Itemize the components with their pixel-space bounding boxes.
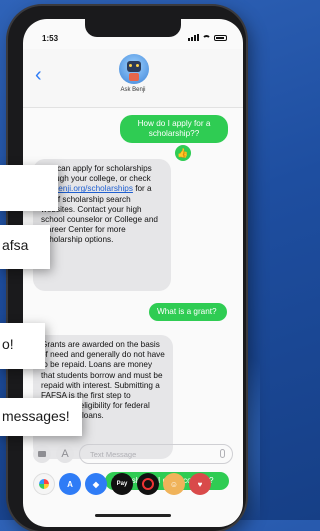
message-placeholder: Text Message (90, 450, 137, 459)
sent-message[interactable]: How do I apply for a scholarship?? (120, 115, 228, 143)
memoji-icon[interactable]: ☺ (163, 473, 185, 495)
photos-icon[interactable] (33, 473, 55, 495)
status-bar: 1:53 (23, 19, 243, 49)
notch (85, 19, 181, 37)
sent-message[interactable]: What is a grant? (149, 303, 227, 321)
applepay-icon[interactable]: Pay (111, 473, 133, 495)
overlay-card-text: messages! (0, 398, 82, 436)
robot-icon (127, 61, 141, 72)
activity-icon[interactable] (137, 473, 159, 495)
audio-icon[interactable]: ◆ (85, 473, 107, 495)
compose-bar: A Text Message (23, 439, 243, 469)
message-input[interactable]: Text Message (79, 444, 233, 464)
contact-name[interactable]: Ask Benji (23, 87, 243, 93)
overlay-card-text: afsa (0, 225, 50, 269)
conversation-header: ‹ Ask Benji (23, 49, 243, 108)
app-store-icon[interactable]: A (56, 445, 74, 463)
wifi-icon (202, 34, 211, 41)
microphone-icon[interactable] (220, 449, 225, 458)
overlay-card (0, 165, 58, 211)
back-chevron-icon[interactable]: ‹ (35, 65, 42, 85)
camera-icon[interactable] (33, 445, 51, 463)
status-icons (188, 34, 227, 41)
home-indicator (95, 514, 171, 517)
contact-avatar[interactable] (119, 54, 149, 84)
battery-icon (214, 34, 227, 41)
appstore-icon[interactable]: A (59, 473, 81, 495)
stickers-icon[interactable]: ♥ (189, 473, 211, 495)
phone-screen: 1:53 ‹ Ask Benji How do I apply for a sc… (23, 19, 243, 527)
thumbs-up-icon[interactable]: 👍 (175, 145, 191, 161)
app-drawer: A ◆ Pay ☺ ♥ (23, 471, 243, 497)
status-time: 1:53 (42, 34, 59, 43)
signal-icon (188, 34, 199, 41)
overlay-card-text: o! (0, 323, 45, 369)
